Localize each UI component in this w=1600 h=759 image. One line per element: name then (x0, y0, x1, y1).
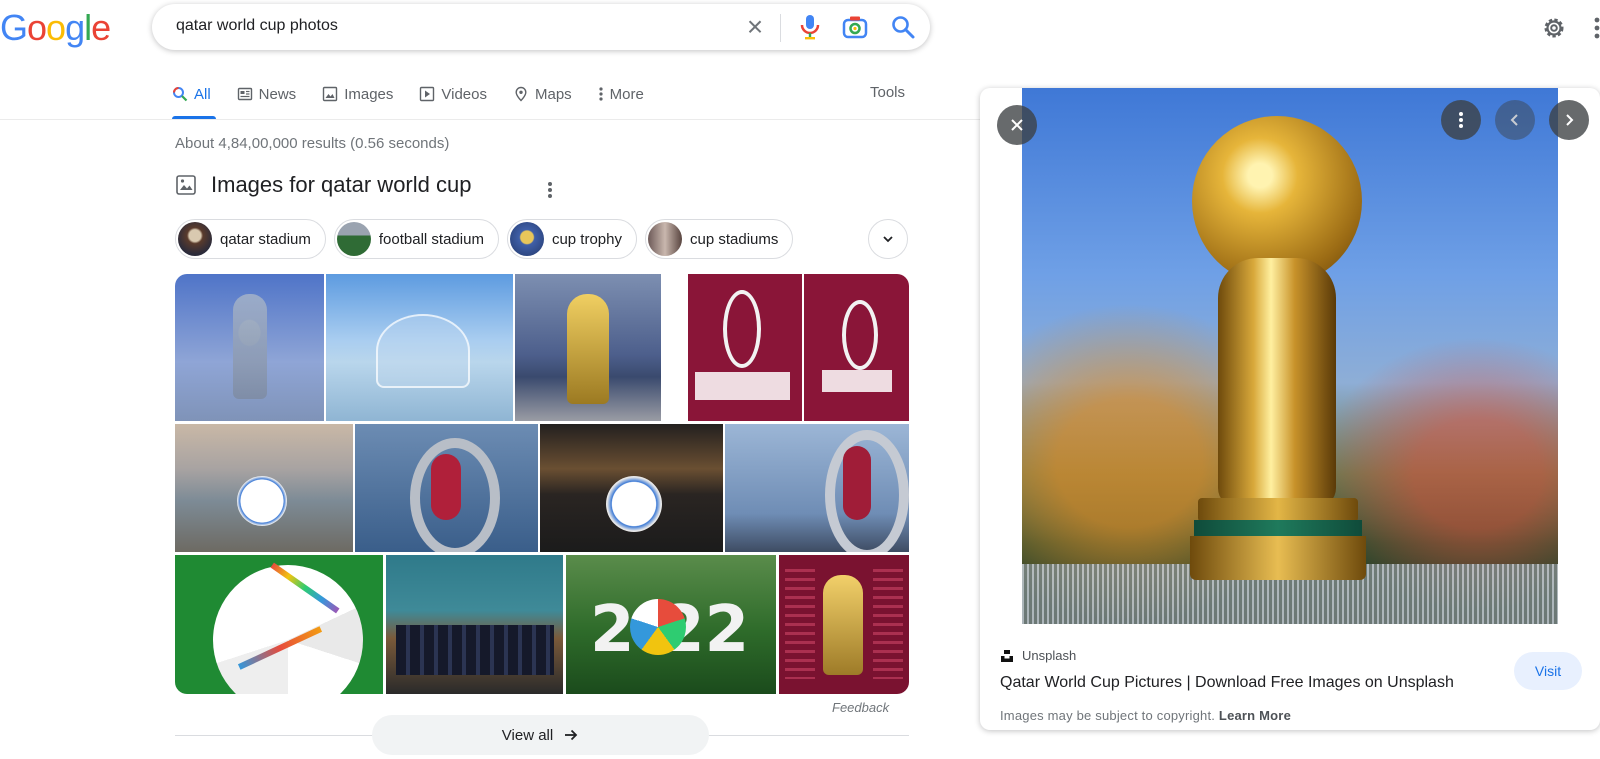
image-result[interactable] (515, 274, 661, 421)
image-result[interactable] (175, 424, 353, 552)
chip-label: cup stadiums (690, 230, 779, 248)
tab-label: News (258, 85, 297, 103)
google-logo[interactable]: Google (0, 6, 111, 50)
expand-chips-button[interactable] (868, 219, 908, 259)
chip-cup-trophy[interactable]: cup trophy (506, 219, 637, 259)
video-icon (420, 86, 435, 102)
chip-thumbnail (336, 222, 371, 256)
copyright-notice: Images may be subject to copyright. Lear… (1000, 708, 1291, 723)
logo-letter: l (84, 7, 92, 48)
source-row[interactable]: Unsplash (1000, 648, 1076, 663)
unsplash-logo-icon (1001, 649, 1013, 662)
chip-label: cup trophy (551, 230, 622, 248)
tab-all[interactable]: All (172, 80, 211, 108)
search-input[interactable]: qatar world cup photos (176, 17, 338, 35)
news-icon (237, 87, 252, 101)
image-result[interactable] (540, 424, 723, 552)
tab-images[interactable]: Images (322, 80, 393, 108)
tab-videos[interactable]: Videos (419, 80, 487, 108)
image-result[interactable] (663, 274, 802, 421)
more-options-icon[interactable] (540, 180, 560, 200)
gear-icon[interactable] (1540, 14, 1568, 42)
logo-letter: g (65, 7, 85, 48)
chip-label: football stadium (378, 230, 484, 248)
search-box[interactable]: qatar world cup photos × (152, 4, 930, 50)
close-preview-button[interactable] (997, 105, 1037, 145)
tools-button[interactable]: Tools (870, 84, 905, 101)
arrow-right-icon (565, 729, 578, 741)
tab-label: More (609, 85, 644, 103)
search-button-icon[interactable] (890, 14, 916, 40)
tab-label: Images (344, 85, 394, 103)
search-divider (780, 14, 781, 42)
image-result[interactable] (355, 424, 538, 552)
more-vert-icon (1459, 112, 1463, 128)
microphone-icon[interactable] (798, 13, 822, 41)
tab-label: All (194, 85, 211, 103)
images-section-title[interactable]: Images for qatar world cup (211, 172, 471, 198)
image-result[interactable] (326, 274, 513, 421)
chip-qatar-stadium[interactable]: qatar stadium (175, 219, 326, 259)
logo-letter: e (91, 7, 111, 48)
search-icon (173, 87, 188, 102)
preview-image[interactable] (1022, 88, 1558, 624)
feedback-link[interactable]: Feedback (832, 700, 889, 715)
tab-more[interactable]: More (598, 80, 644, 108)
clear-search-icon[interactable]: × (742, 13, 768, 41)
chip-cup-stadiums[interactable]: cup stadiums (645, 219, 794, 259)
source-name: Unsplash (1022, 648, 1077, 663)
logo-letter: o (46, 7, 66, 48)
logo-letter: o (27, 7, 47, 48)
previous-image-button[interactable] (1495, 100, 1535, 140)
visit-button[interactable]: Visit (1514, 652, 1582, 690)
tab-label: Videos (441, 85, 487, 103)
chip-thumbnail (648, 222, 682, 256)
chip-label: qatar stadium (220, 230, 311, 248)
view-all-button[interactable]: View all (372, 715, 709, 755)
more-vert-icon (599, 87, 603, 101)
learn-more-link[interactable]: Learn More (1219, 708, 1291, 723)
image-result[interactable] (175, 555, 383, 694)
image-icon (176, 175, 196, 195)
image-result[interactable] (175, 274, 324, 421)
image-result[interactable] (725, 424, 909, 552)
image-result[interactable] (386, 555, 563, 694)
chip-thumbnail (178, 222, 212, 256)
next-image-button[interactable] (1549, 100, 1589, 140)
copyright-text: Images may be subject to copyright. (1000, 708, 1216, 723)
search-tabs: All News Images Videos Maps More (172, 80, 644, 118)
chevron-down-icon (883, 236, 893, 243)
chip-thumbnail (509, 222, 544, 256)
tab-maps[interactable]: Maps (513, 80, 572, 108)
chevron-right-icon (1566, 114, 1574, 126)
view-all-label: View all (501, 726, 554, 744)
tab-label: Maps (534, 85, 572, 103)
results-count: About 4,84,00,000 results (0.56 seconds) (175, 135, 450, 152)
image-result[interactable] (804, 274, 909, 421)
chip-football-stadium[interactable]: football stadium (333, 219, 499, 259)
preview-title-link[interactable]: Qatar World Cup Pictures | Download Free… (1000, 674, 1454, 692)
camera-lens-icon[interactable] (842, 14, 868, 40)
apps-icon[interactable] (1592, 14, 1600, 42)
image-icon (322, 86, 338, 102)
tab-news[interactable]: News (237, 80, 297, 108)
logo-letter: G (0, 7, 28, 48)
images-section-header: Images for qatar world cup (175, 172, 471, 198)
chevron-left-icon (1510, 114, 1518, 126)
related-chips: qatar stadium football stadium cup troph… (175, 219, 794, 259)
image-result[interactable] (779, 555, 909, 694)
preview-more-button[interactable] (1441, 100, 1481, 140)
map-pin-icon (515, 86, 527, 102)
image-grid: 2 22 (175, 274, 909, 694)
image-result[interactable]: 2 22 (566, 555, 776, 694)
close-icon (1011, 119, 1023, 131)
